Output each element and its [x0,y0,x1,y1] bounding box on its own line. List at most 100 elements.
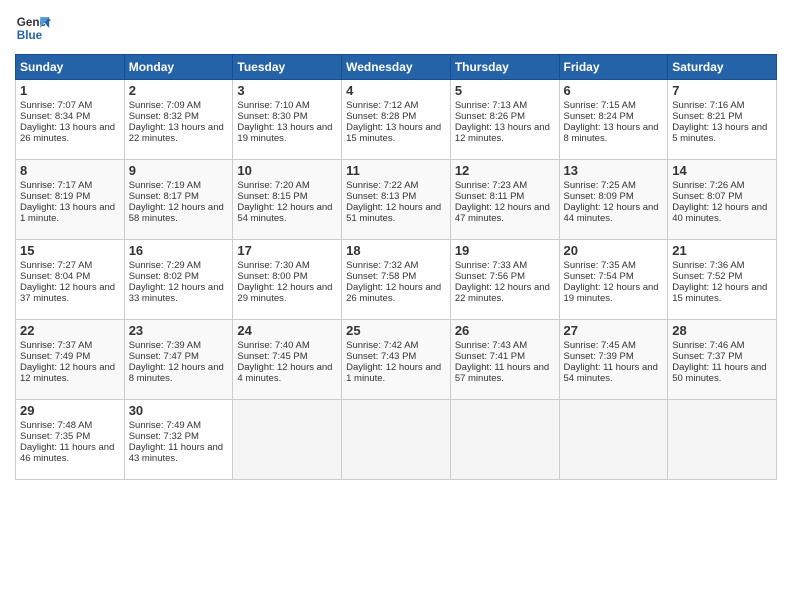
sunset-label: Sunset: 8:09 PM [564,191,634,202]
table-row: 29Sunrise: 7:48 AMSunset: 7:35 PMDayligh… [16,400,125,480]
sunset-label: Sunset: 7:43 PM [346,351,416,362]
table-row: 18Sunrise: 7:32 AMSunset: 7:58 PMDayligh… [342,240,451,320]
daylight-label: Daylight: 12 hours and 4 minutes. [237,362,332,384]
day-number: 23 [129,323,229,338]
table-row: 9Sunrise: 7:19 AMSunset: 8:17 PMDaylight… [124,160,233,240]
table-row: 27Sunrise: 7:45 AMSunset: 7:39 PMDayligh… [559,320,668,400]
day-number: 14 [672,163,772,178]
day-number: 22 [20,323,120,338]
sunset-label: Sunset: 8:30 PM [237,111,307,122]
svg-text:Blue: Blue [17,29,43,42]
daylight-label: Daylight: 12 hours and 54 minutes. [237,202,332,224]
day-number: 1 [20,83,120,98]
sunrise-label: Sunrise: 7:29 AM [129,260,201,271]
header-monday: Monday [124,55,233,80]
daylight-label: Daylight: 11 hours and 50 minutes. [672,362,766,384]
table-row: 24Sunrise: 7:40 AMSunset: 7:45 PMDayligh… [233,320,342,400]
table-row: 12Sunrise: 7:23 AMSunset: 8:11 PMDayligh… [450,160,559,240]
header-tuesday: Tuesday [233,55,342,80]
daylight-label: Daylight: 11 hours and 57 minutes. [455,362,549,384]
table-row: 25 Sunrise: 7:42 AMSunset: 7:43 PMDayligh… [342,320,451,400]
table-row: 22Sunrise: 7:37 AMSunset: 7:49 PMDayligh… [16,320,125,400]
daylight-label: Daylight: 12 hours and 44 minutes. [564,202,659,224]
table-row: 26Sunrise: 7:43 AMSunset: 7:41 PMDayligh… [450,320,559,400]
sunset-label: Sunset: 8:13 PM [346,191,416,202]
day-number: 2 [129,83,229,98]
sunrise-label: Sunrise: 7:32 AM [346,260,418,271]
daylight-label: Daylight: 12 hours and 58 minutes. [129,202,224,224]
sunrise-label: Sunrise: 7:26 AM [672,180,744,191]
daylight-label: Daylight: 11 hours and 43 minutes. [129,442,223,464]
sunset-label: Sunset: 8:07 PM [672,191,742,202]
sunset-label: Sunset: 8:28 PM [346,111,416,122]
calendar-table: Sunday Monday Tuesday Wednesday Thursday… [15,54,777,480]
day-number: 6 [564,83,664,98]
table-row [233,400,342,480]
daylight-label: Daylight: 13 hours and 5 minutes. [672,122,767,144]
daylight-label: Daylight: 12 hours and 47 minutes. [455,202,550,224]
sunrise-label: Sunrise: 7:35 AM [564,260,636,271]
table-row: 5Sunrise: 7:13 AMSunset: 8:26 PMDaylight… [450,80,559,160]
day-number: 9 [129,163,229,178]
sunset-label: Sunset: 8:19 PM [20,191,90,202]
table-row [559,400,668,480]
table-row: 21Sunrise: 7:36 AMSunset: 7:52 PMDayligh… [668,240,777,320]
daylight-label: Daylight: 12 hours and 33 minutes. [129,282,224,304]
sunset-label: Sunset: 7:35 PM [20,431,90,442]
calendar-header-row: Sunday Monday Tuesday Wednesday Thursday… [16,55,777,80]
table-row: 13 Sunrise: 7:25 AMSunset: 8:09 PMDayligh… [559,160,668,240]
sunrise-label: Sunrise: 7:17 AM [20,180,92,191]
calendar-week-row: 1Sunrise: 7:07 AMSunset: 8:34 PMDaylight… [16,80,777,160]
day-number: 20 [564,243,664,258]
day-number: 17 [237,243,337,258]
daylight-label: Daylight: 13 hours and 19 minutes. [237,122,332,144]
sunset-label: Sunset: 7:49 PM [20,351,90,362]
day-number: 13 [564,163,664,178]
daylight-label: Daylight: 11 hours and 46 minutes. [20,442,114,464]
table-row: 2Sunrise: 7:09 AMSunset: 8:32 PMDaylight… [124,80,233,160]
day-number: 4 [346,83,446,98]
daylight-label: Daylight: 13 hours and 26 minutes. [20,122,115,144]
table-row: 6Sunrise: 7:15 AMSunset: 8:24 PMDaylight… [559,80,668,160]
sunset-label: Sunset: 8:21 PM [672,111,742,122]
sunset-label: Sunset: 7:37 PM [672,351,742,362]
sunrise-label: Sunrise: 7:33 AM [455,260,527,271]
sunrise-label: Sunrise: 7:16 AM [672,100,744,111]
day-number: 11 [346,163,446,178]
sunset-label: Sunset: 8:17 PM [129,191,199,202]
sunrise-label: Sunrise: 7:12 AM [346,100,418,111]
sunset-label: Sunset: 8:02 PM [129,271,199,282]
header-saturday: Saturday [668,55,777,80]
sunrise-label: Sunrise: 7:27 AM [20,260,92,271]
day-number: 25 [346,323,446,338]
sunset-label: Sunset: 7:32 PM [129,431,199,442]
table-row [342,400,451,480]
sunset-label: Sunset: 7:52 PM [672,271,742,282]
table-row: 8Sunrise: 7:17 AMSunset: 8:19 PMDaylight… [16,160,125,240]
daylight-label: Daylight: 12 hours and 29 minutes. [237,282,332,304]
daylight-label: Daylight: 12 hours and 12 minutes. [20,362,115,384]
daylight-label: Daylight: 12 hours and 1 minute. [346,362,441,384]
table-row: 19Sunrise: 7:33 AMSunset: 7:56 PMDayligh… [450,240,559,320]
daylight-label: Daylight: 12 hours and 19 minutes. [564,282,659,304]
calendar-week-row: 22Sunrise: 7:37 AMSunset: 7:49 PMDayligh… [16,320,777,400]
sunset-label: Sunset: 8:32 PM [129,111,199,122]
daylight-label: Daylight: 12 hours and 22 minutes. [455,282,550,304]
sunrise-label: Sunrise: 7:20 AM [237,180,309,191]
day-number: 28 [672,323,772,338]
sunset-label: Sunset: 8:00 PM [237,271,307,282]
header-sunday: Sunday [16,55,125,80]
day-number: 27 [564,323,664,338]
day-number: 7 [672,83,772,98]
header-wednesday: Wednesday [342,55,451,80]
header-thursday: Thursday [450,55,559,80]
sunrise-label: Sunrise: 7:25 AM [564,180,636,191]
table-row: 17Sunrise: 7:30 AMSunset: 8:00 PMDayligh… [233,240,342,320]
sunrise-label: Sunrise: 7:42 AM [346,340,418,351]
sunset-label: Sunset: 8:24 PM [564,111,634,122]
day-number: 21 [672,243,772,258]
daylight-label: Daylight: 13 hours and 22 minutes. [129,122,224,144]
table-row: 23Sunrise: 7:39 AMSunset: 7:47 PMDayligh… [124,320,233,400]
table-row: 15Sunrise: 7:27 AMSunset: 8:04 PMDayligh… [16,240,125,320]
day-number: 24 [237,323,337,338]
